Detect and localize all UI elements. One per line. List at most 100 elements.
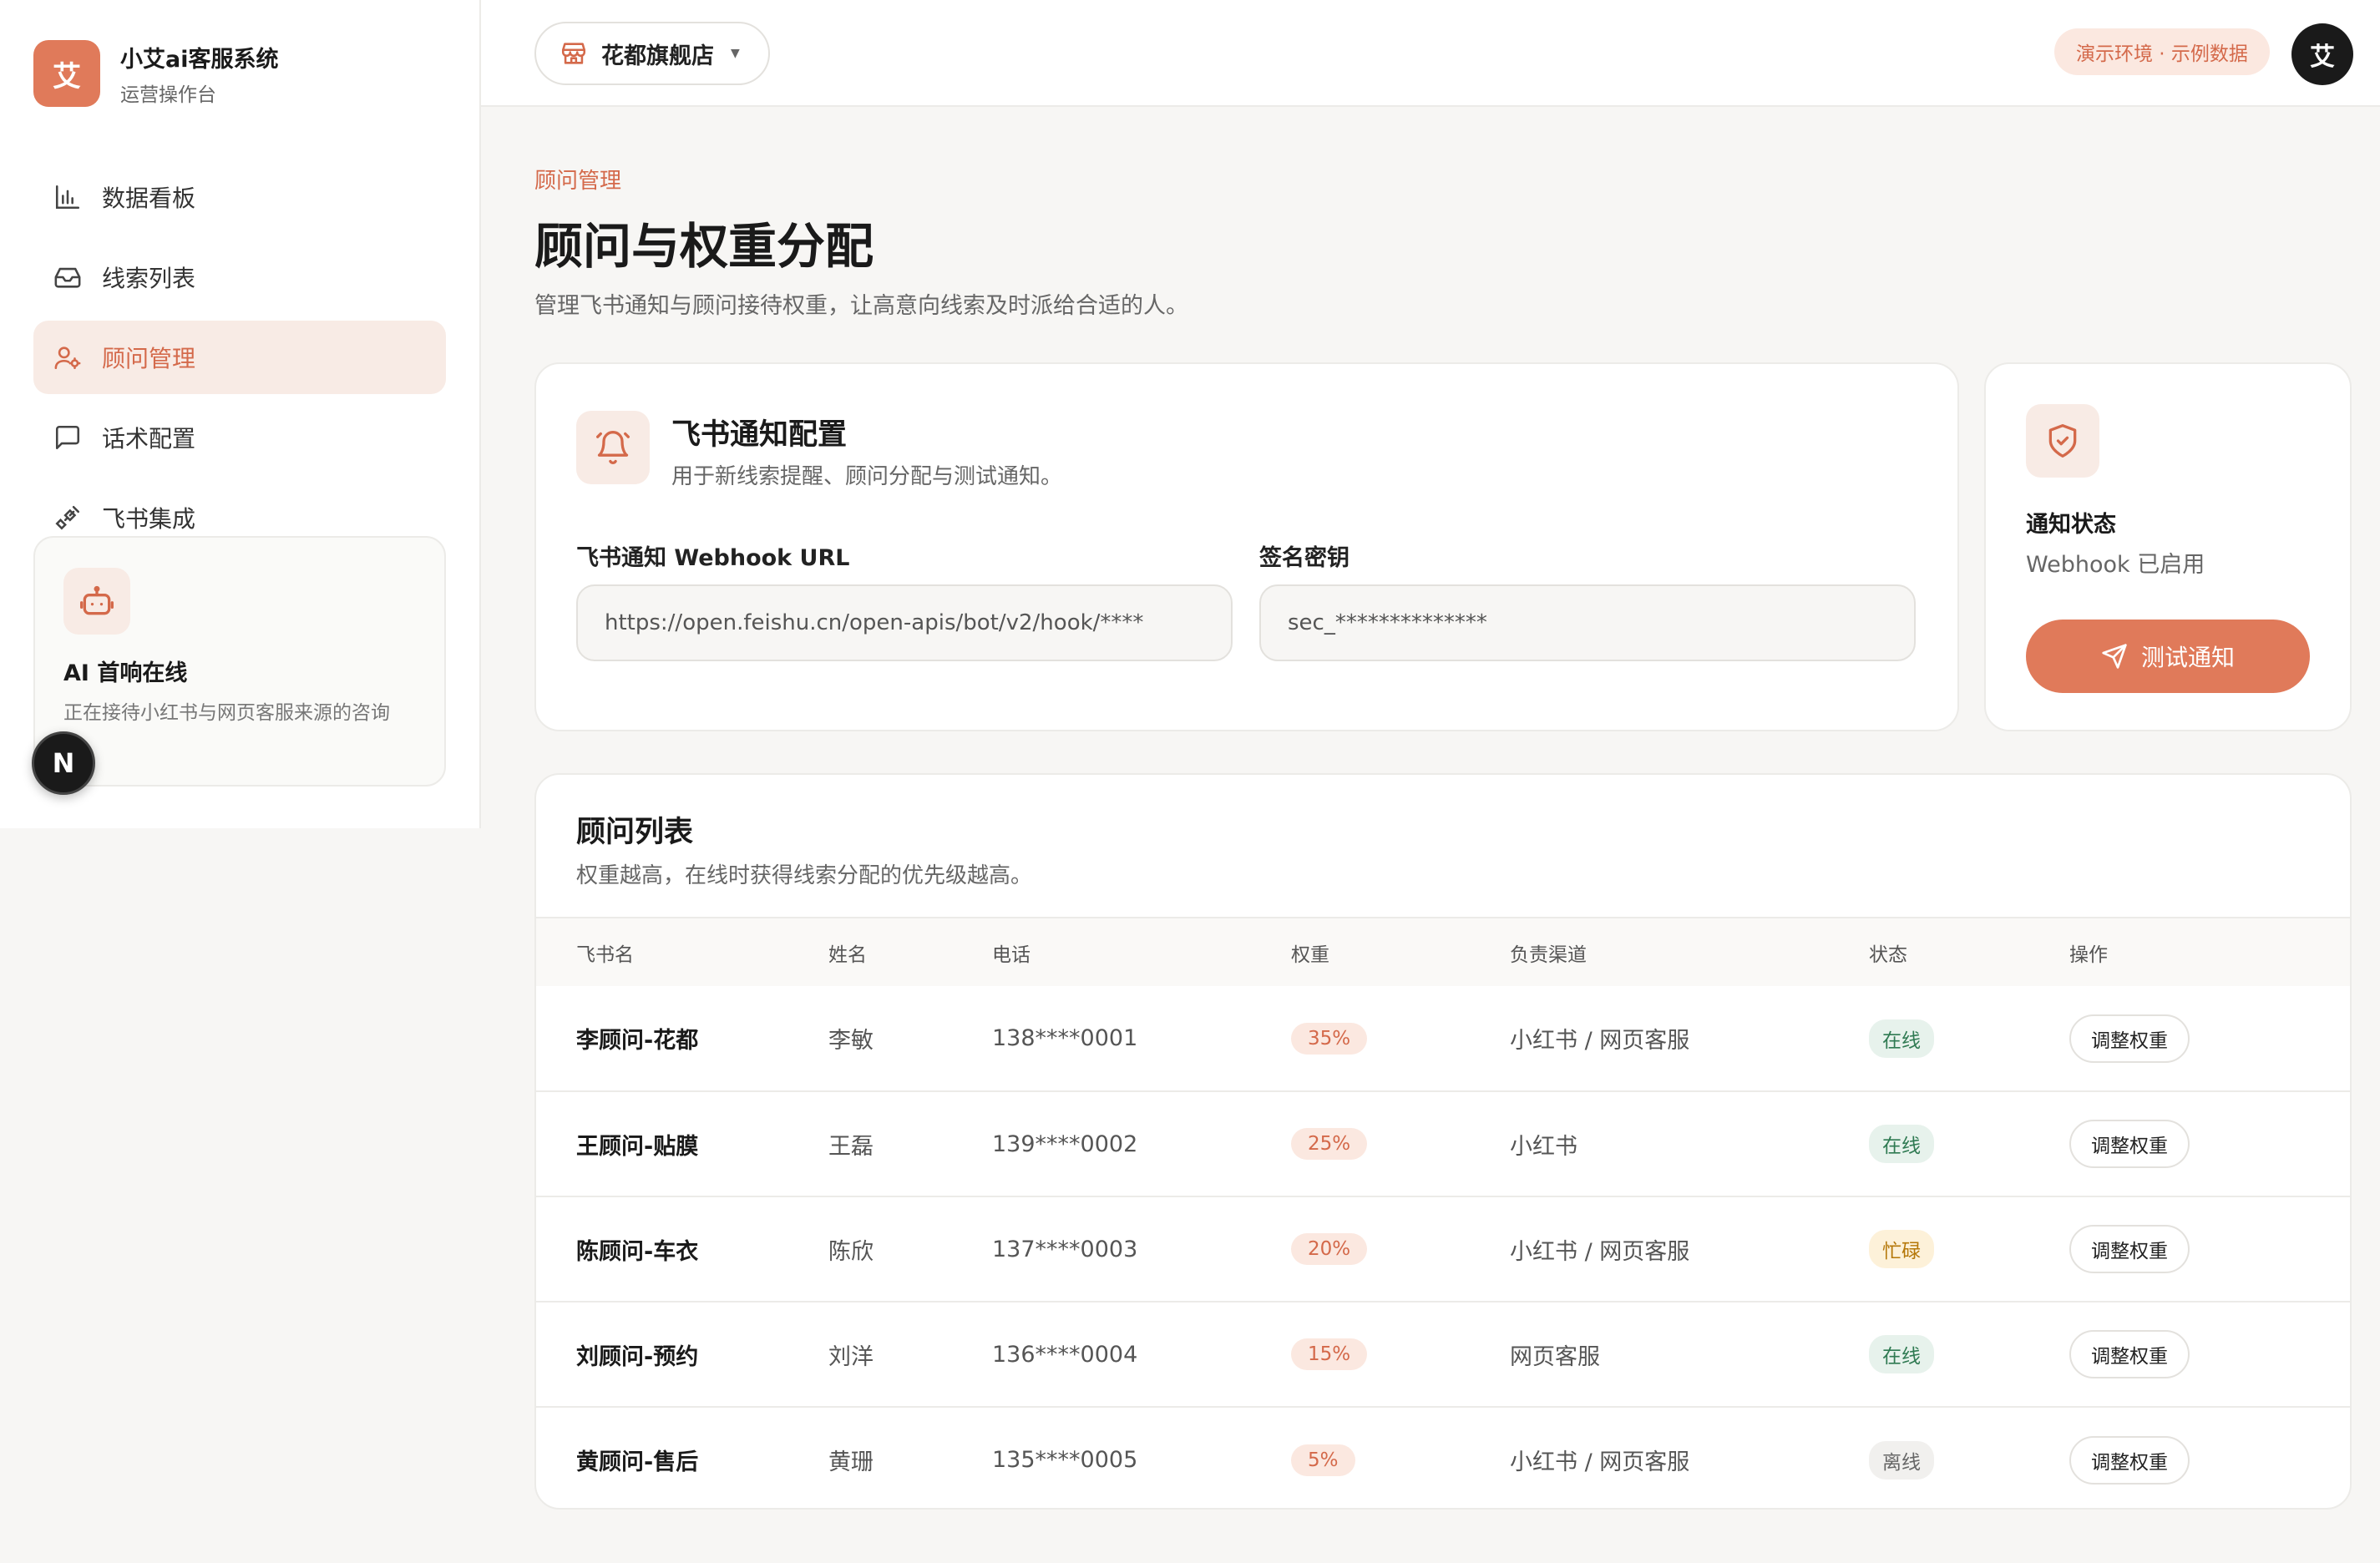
ai-status-card: AI 首响在线 正在接待小红书与网页客服来源的咨询 [33, 536, 446, 787]
sidebar-item-dashboard[interactable]: 数据看板 [33, 160, 446, 234]
name-cell: 李敏 [828, 1028, 874, 1054]
status-card-value: Webhook 已启用 [2026, 552, 2205, 578]
bell-icon [576, 411, 650, 484]
column-header: 电话 [992, 917, 1291, 986]
table-row: 李顾问-花都 李敏 138****0001 35% 小红书 / 网页客服 在线 … [536, 986, 2350, 1091]
channel-cell: 小红书 / 网页客服 [1510, 1196, 1869, 1302]
column-header: 操作 [2069, 917, 2350, 986]
robot-icon [63, 568, 130, 635]
sidebar-nav: 数据看板 线索列表 顾问管理 话术配置 飞书集成 [33, 160, 446, 561]
table-row: 黄顾问-售后 黄珊 135****0005 5% 小红书 / 网页客服 离线 调… [536, 1406, 2350, 1508]
table-header-row: 飞书名 姓名 电话 权重 负责渠道 状态 操作 [536, 917, 2350, 986]
status-badge: 忙碌 [1869, 1230, 1934, 1268]
sidebar-item-label: 数据看板 [102, 185, 196, 212]
page-title: 顾问与权重分配 [534, 218, 874, 275]
column-header: 姓名 [828, 917, 992, 986]
store-icon [560, 39, 588, 68]
notify-status-card: 通知状态 Webhook 已启用 测试通知 [1984, 362, 2352, 731]
column-header: 负责渠道 [1510, 917, 1869, 986]
feishu-name-cell: 李顾问-花都 [576, 1028, 699, 1054]
weight-badge: 20% [1291, 1233, 1368, 1265]
webhook-label: 飞书通知 Webhook URL [576, 545, 850, 571]
sidebar: 艾 小艾ai客服系统 运营操作台 数据看板 线索列表 顾问管理 话术配置 飞书集… [0, 0, 481, 828]
store-select[interactable]: 花都旗舰店 ▼ [534, 22, 770, 85]
adjust-weight-button[interactable]: 调整权重 [2069, 1330, 2190, 1378]
sidebar-item-scripts[interactable]: 话术配置 [33, 401, 446, 474]
notify-card-title: 飞书通知配置 [671, 418, 848, 452]
inbox-icon [53, 263, 82, 291]
phone-cell: 138****0001 [992, 1025, 1138, 1051]
channel-cell: 小红书 [1510, 1090, 1869, 1196]
sidebar-item-label: 话术配置 [102, 425, 196, 453]
feishu-name-cell: 陈顾问-车衣 [536, 1196, 828, 1302]
dev-badge[interactable]: N [32, 731, 95, 795]
test-notify-label: 测试通知 [2140, 644, 2235, 671]
advisor-table: 飞书名 姓名 电话 权重 负责渠道 状态 操作 李顾问-花都 李敏 138***… [536, 917, 2350, 1508]
sidebar-item-leads[interactable]: 线索列表 [33, 240, 446, 314]
table-row: 刘顾问-预约 刘洋 136****0004 15% 网页客服 在线 调整权重 [536, 1301, 2350, 1407]
store-select-label: 花都旗舰店 [601, 43, 714, 69]
column-header: 状态 [1869, 917, 2069, 986]
phone-cell: 139****0002 [992, 1090, 1291, 1196]
status-badge: 离线 [1869, 1440, 1934, 1480]
channel-cell: 小红书 / 网页客服 [1510, 1406, 1869, 1508]
notify-card-subtitle: 用于新线索提醒、顾问分配与测试通知。 [671, 464, 1063, 489]
brand[interactable]: 艾 小艾ai客服系统 运营操作台 [33, 40, 278, 107]
name-cell: 王磊 [828, 1090, 992, 1196]
weight-badge: 5% [1291, 1444, 1355, 1476]
advisor-list-title: 顾问列表 [576, 816, 694, 849]
avatar[interactable]: 艾 [2291, 23, 2353, 85]
ai-card-title: AI 首响在线 [63, 660, 188, 686]
column-header: 飞书名 [536, 917, 828, 986]
sidebar-item-advisors[interactable]: 顾问管理 [33, 321, 446, 394]
name-cell: 陈欣 [828, 1196, 992, 1302]
adjust-weight-button[interactable]: 调整权重 [2069, 1435, 2190, 1485]
channel-cell: 小红书 / 网页客服 [1510, 1028, 1690, 1054]
secret-input[interactable] [1259, 584, 1916, 661]
demo-env-badge: 演示环境 · 示例数据 [2054, 28, 2270, 75]
feishu-name-cell: 王顾问-贴膜 [536, 1090, 828, 1196]
status-badge: 在线 [1869, 1335, 1934, 1373]
chevron-down-icon: ▼ [731, 47, 740, 60]
test-notify-button[interactable]: 测试通知 [2026, 620, 2310, 693]
status-card-title: 通知状态 [2026, 512, 2116, 538]
sidebar-item-label: 飞书集成 [102, 505, 196, 533]
shield-check-icon [2026, 404, 2099, 478]
webhook-input[interactable] [576, 584, 1233, 661]
weight-badge: 15% [1291, 1338, 1368, 1370]
table-row: 陈顾问-车衣 陈欣 137****0003 20% 小红书 / 网页客服 忙碌 … [536, 1196, 2350, 1302]
message-square-icon [53, 423, 82, 452]
user-settings-icon [53, 343, 82, 372]
brand-logo: 艾 [33, 40, 100, 107]
status-badge: 在线 [1869, 1125, 1934, 1163]
ai-card-subtitle: 正在接待小红书与网页客服来源的咨询 [63, 702, 390, 724]
adjust-weight-button[interactable]: 调整权重 [2069, 1225, 2190, 1273]
sidebar-item-label: 顾问管理 [102, 345, 196, 372]
name-cell: 黄珊 [828, 1406, 992, 1508]
phone-cell: 136****0004 [992, 1301, 1291, 1407]
adjust-weight-button[interactable]: 调整权重 [2069, 1120, 2190, 1168]
plug-icon [53, 503, 82, 532]
topbar: 花都旗舰店 ▼ 演示环境 · 示例数据 艾 [481, 0, 2380, 107]
weight-badge: 35% [1291, 1022, 1368, 1055]
brand-title: 小艾ai客服系统 [120, 46, 279, 73]
table-row: 王顾问-贴膜 王磊 139****0002 25% 小红书 在线 调整权重 [536, 1090, 2350, 1196]
feishu-name-cell: 刘顾问-预约 [536, 1301, 828, 1407]
channel-cell: 网页客服 [1510, 1301, 1869, 1407]
advisor-list-subtitle: 权重越高，在线时获得线索分配的优先级越高。 [576, 863, 1033, 888]
feishu-notify-card: 飞书通知配置 用于新线索提醒、顾问分配与测试通知。 飞书通知 Webhook U… [534, 362, 1959, 731]
advisor-list-card: 顾问列表 权重越高，在线时获得线索分配的优先级越高。 飞书名 姓名 电话 权重 … [534, 773, 2352, 1510]
send-icon [2102, 644, 2127, 669]
brand-subtitle: 运营操作台 [120, 83, 216, 106]
weight-badge: 25% [1291, 1128, 1368, 1160]
adjust-weight-button[interactable]: 调整权重 [2069, 1014, 2190, 1063]
name-cell: 刘洋 [828, 1301, 992, 1407]
status-badge: 在线 [1869, 1019, 1934, 1058]
page-description: 管理飞书通知与顾问接待权重，让高意向线索及时派给合适的人。 [534, 293, 1188, 319]
column-header: 权重 [1291, 917, 1510, 986]
phone-cell: 137****0003 [992, 1196, 1291, 1302]
phone-cell: 135****0005 [992, 1406, 1291, 1508]
breadcrumb: 顾问管理 [534, 169, 622, 194]
feishu-name-cell: 黄顾问-售后 [536, 1406, 828, 1508]
sidebar-item-label: 线索列表 [102, 265, 196, 292]
